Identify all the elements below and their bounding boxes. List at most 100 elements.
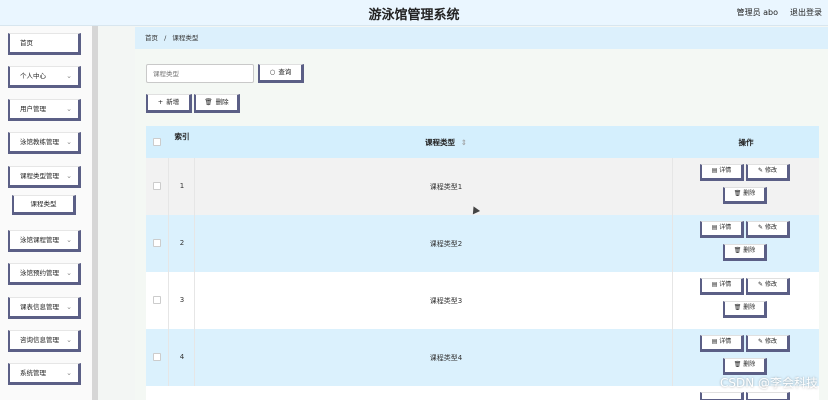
column-divider xyxy=(672,215,673,272)
breadcrumb-current: 课程类型 xyxy=(172,34,199,42)
row-checkbox[interactable] xyxy=(153,239,161,247)
row-course-type: 课程类型3 xyxy=(429,297,463,305)
detail-button[interactable] xyxy=(700,392,744,400)
chevron-down-icon: ⌄ xyxy=(66,138,72,146)
column-divider xyxy=(168,272,169,329)
column-header-type[interactable]: 课程类型 ⇕ xyxy=(346,137,546,148)
table-row: 1 课程类型1 ▤ 详情 ✎ 修改 🗑 删除 xyxy=(146,158,819,215)
detail-button[interactable]: ▤ 详情 xyxy=(700,164,744,181)
trash-icon: 🗑 xyxy=(204,98,213,106)
sidebar-item-label: 课表信息管理 xyxy=(20,303,59,311)
column-header-ops: 操作 xyxy=(738,138,754,147)
row-delete-button[interactable]: 🗑 删除 xyxy=(723,244,767,261)
sidebar-item-label: 泳馆教练管理 xyxy=(20,138,59,146)
detail-button-label: 详情 xyxy=(719,224,732,231)
edit-icon: ✎ xyxy=(758,338,765,345)
sidebar-item-profile[interactable]: 个人中心 ⌄ xyxy=(8,66,81,88)
chevron-down-icon: ⌄ xyxy=(66,236,72,244)
row-checkbox[interactable] xyxy=(153,296,161,304)
row-delete-button[interactable]: 🗑 删除 xyxy=(723,358,767,375)
search-button-label: 查询 xyxy=(278,68,292,76)
sidebar-scrollbar[interactable] xyxy=(92,26,98,400)
sidebar-item-courses[interactable]: 泳馆课程管理 ⌄ xyxy=(8,230,81,252)
sidebar-item-users[interactable]: 用户管理 ⌄ xyxy=(8,99,81,121)
header-checkbox-cell xyxy=(146,126,168,158)
search-button[interactable]: ○ 查询 xyxy=(258,64,304,83)
trash-icon: 🗑 xyxy=(733,361,744,368)
delete-button[interactable]: 🗑 删除 xyxy=(194,94,240,113)
edit-button[interactable]: ✎ 修改 xyxy=(746,335,790,352)
row-index: 3 xyxy=(179,296,185,304)
chevron-down-icon: ⌄ xyxy=(66,269,72,277)
trash-icon: 🗑 xyxy=(733,190,744,197)
edit-button[interactable]: ✎ 修改 xyxy=(746,164,790,181)
sidebar-item-schedule[interactable]: 课表信息管理 ⌄ xyxy=(8,297,81,319)
sidebar-item-inquiries[interactable]: 咨询信息管理 ⌄ xyxy=(8,330,81,352)
column-header-index: 索引 xyxy=(174,132,190,141)
select-all-checkbox[interactable] xyxy=(153,138,161,146)
sidebar-item-label: 泳馆预约管理 xyxy=(20,269,59,277)
search-input[interactable] xyxy=(146,64,254,83)
edit-icon: ✎ xyxy=(758,281,765,288)
sidebar-item-system[interactable]: 系统管理 ⌄ xyxy=(8,363,81,385)
row-index: 2 xyxy=(179,239,185,247)
edit-button[interactable]: ✎ 修改 xyxy=(746,221,790,238)
column-divider xyxy=(168,158,169,215)
table-row: 2 课程类型2 ▤ 详情 ✎ 修改 🗑 删除 xyxy=(146,215,819,272)
sidebar-item-label: 咨询信息管理 xyxy=(20,336,59,344)
add-button[interactable]: + 新增 xyxy=(146,94,192,113)
edit-button-label: 修改 xyxy=(764,281,777,288)
sidebar-item-label: 首页 xyxy=(20,39,33,47)
sidebar-subitem-label: 课程类型 xyxy=(30,200,57,208)
sidebar-subitem-course-type[interactable]: 课程类型 xyxy=(12,195,76,215)
sidebar-item-label: 系统管理 xyxy=(20,369,46,377)
delete-button-label: 删除 xyxy=(215,98,229,106)
column-divider xyxy=(672,272,673,329)
sidebar-item-label: 课程类型管理 xyxy=(20,172,59,180)
chevron-down-icon: ⌄ xyxy=(66,336,72,344)
row-checkbox[interactable] xyxy=(153,182,161,190)
detail-button-label: 详情 xyxy=(719,167,732,174)
column-divider xyxy=(194,272,195,329)
row-course-type: 课程类型1 xyxy=(429,183,463,191)
add-button-label: 新增 xyxy=(166,98,180,106)
logout-link[interactable]: 退出登录 xyxy=(790,7,822,18)
trash-icon: 🗑 xyxy=(733,304,744,311)
edit-button-label: 修改 xyxy=(764,224,777,231)
row-delete-button[interactable]: 🗑 删除 xyxy=(723,301,767,318)
sidebar-item-label: 用户管理 xyxy=(20,105,46,113)
row-delete-button[interactable]: 🗑 删除 xyxy=(723,187,767,204)
row-index: 4 xyxy=(179,353,185,361)
breadcrumb-home[interactable]: 首页 xyxy=(145,34,158,42)
sort-icon: ⇕ xyxy=(460,138,467,147)
app-title: 游泳馆管理系统 xyxy=(368,8,460,23)
column-divider xyxy=(168,329,169,386)
row-delete-button-label: 删除 xyxy=(743,190,756,197)
chevron-down-icon: ⌄ xyxy=(66,172,72,180)
chevron-down-icon: ⌄ xyxy=(66,105,72,113)
detail-button-label: 详情 xyxy=(719,281,732,288)
detail-button[interactable]: ▤ 详情 xyxy=(700,335,744,352)
row-checkbox[interactable] xyxy=(153,353,161,361)
edit-button[interactable] xyxy=(746,392,790,400)
edit-button-label: 修改 xyxy=(764,338,777,345)
sidebar-item-bookings[interactable]: 泳馆预约管理 ⌄ xyxy=(8,263,81,285)
edit-icon: ✎ xyxy=(758,167,765,174)
edit-icon: ✎ xyxy=(758,224,765,231)
table-row: 4 课程类型4 ▤ 详情 ✎ 修改 🗑 删除 xyxy=(146,329,819,386)
detail-button[interactable]: ▤ 详情 xyxy=(700,221,744,238)
chevron-down-icon: ⌄ xyxy=(66,303,72,311)
edit-button-label: 修改 xyxy=(764,167,777,174)
search-icon: ○ xyxy=(269,68,276,76)
row-course-type: 课程类型4 xyxy=(429,354,463,362)
current-user-label: 管理员 abo xyxy=(736,8,778,17)
sidebar-item-course-type-mgmt[interactable]: 课程类型管理 ⌄ xyxy=(8,166,81,188)
edit-button[interactable]: ✎ 修改 xyxy=(746,278,790,295)
column-divider xyxy=(194,215,195,272)
row-delete-button-label: 删除 xyxy=(743,247,756,254)
sidebar-item-coaches[interactable]: 泳馆教练管理 ⌄ xyxy=(8,132,81,154)
sidebar-item-home[interactable]: 首页 xyxy=(8,33,81,55)
detail-button[interactable]: ▤ 详情 xyxy=(700,278,744,295)
table-row xyxy=(146,386,819,400)
column-header-type-label: 课程类型 xyxy=(425,138,456,147)
